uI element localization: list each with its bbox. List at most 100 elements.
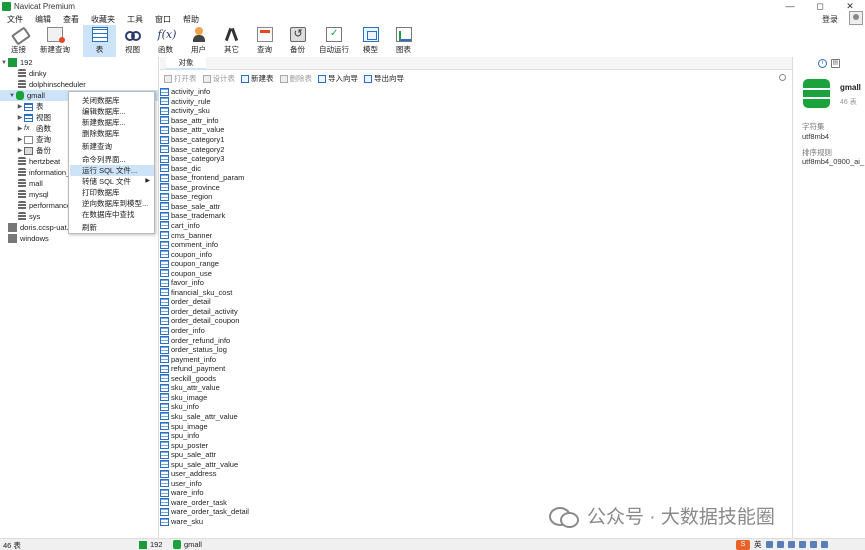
tree-connection-doris[interactable]: doris.ccsp-uat.l	[0, 222, 70, 233]
chart-button[interactable]: 图表	[387, 25, 420, 57]
tree-connection-192[interactable]: ▼ 192	[0, 57, 33, 68]
table-row[interactable]: user_address	[160, 469, 216, 479]
info-tab-icon[interactable]: i	[818, 59, 827, 68]
new-query-button[interactable]: 新建查询	[35, 25, 75, 57]
open-table-button[interactable]: 打开表	[162, 73, 199, 84]
model-button[interactable]: 模型	[354, 25, 387, 57]
chevron-right-icon[interactable]: ▶	[16, 125, 24, 132]
tree-group-tables[interactable]: ▶ 表	[16, 101, 44, 112]
ime-menu-icon[interactable]	[820, 541, 828, 548]
menu-item-find-in-database[interactable]: 在数据库中查找	[70, 209, 154, 220]
tree-group-queries[interactable]: ▶ 查询	[16, 134, 51, 145]
avatar-icon[interactable]	[849, 11, 863, 25]
tree-db-information-schema[interactable]: information_	[10, 167, 70, 178]
table-row[interactable]: payment_info	[160, 354, 216, 364]
ime-microphone-icon[interactable]	[776, 541, 784, 548]
menu-tools[interactable]: 工具	[122, 14, 148, 25]
tree-group-backups[interactable]: ▶ 备份	[16, 145, 51, 156]
table-row[interactable]: order_info	[160, 326, 205, 336]
table-row[interactable]: order_detail_activity	[160, 307, 238, 317]
maximize-button[interactable]: ◻	[805, 0, 835, 13]
ddl-tab-icon[interactable]: ▤	[831, 59, 840, 68]
search-icon[interactable]	[779, 74, 786, 81]
tree-group-views[interactable]: ▶ 视图	[16, 112, 51, 123]
table-row[interactable]: base_attr_value	[160, 125, 224, 135]
table-button[interactable]: 表	[83, 25, 116, 57]
table-row[interactable]: cart_info	[160, 221, 200, 231]
table-row[interactable]: order_refund_info	[160, 335, 230, 345]
table-row[interactable]: coupon_range	[160, 259, 219, 269]
tree-db-dolphinscheduler[interactable]: dolphinscheduler	[10, 79, 86, 90]
ime-punctuation-icon[interactable]	[765, 541, 773, 548]
menu-item-print-database[interactable]: 打印数据库	[70, 187, 154, 198]
menu-help[interactable]: 帮助	[178, 14, 204, 25]
tree-db-hertzbeat[interactable]: hertzbeat	[10, 156, 60, 167]
login-link[interactable]: 登录	[817, 14, 843, 25]
table-row[interactable]: base_trademark	[160, 211, 225, 221]
user-button[interactable]: 用户	[182, 25, 215, 57]
view-button[interactable]: 视图	[116, 25, 149, 57]
chevron-right-icon[interactable]: ▶	[16, 136, 24, 143]
table-row[interactable]: activity_rule	[160, 97, 211, 107]
tree-db-sys[interactable]: sys	[10, 211, 40, 222]
export-wizard-button[interactable]: 导出向导	[362, 73, 406, 84]
menu-item-run-sql-file[interactable]: 运行 SQL 文件...	[70, 165, 154, 176]
menu-item-new-query[interactable]: 新建查询	[70, 141, 154, 152]
menu-item-edit-database[interactable]: 编辑数据库...	[70, 106, 154, 117]
table-row[interactable]: sku_sale_attr_value	[160, 412, 238, 422]
import-wizard-button[interactable]: 导入向导	[316, 73, 360, 84]
table-row[interactable]: spu_image	[160, 421, 208, 431]
table-row[interactable]: base_dic	[160, 163, 201, 173]
tab-objects[interactable]: 对象	[166, 57, 206, 70]
chevron-right-icon[interactable]: ▶	[16, 103, 24, 110]
table-row[interactable]: ware_order_task_detail	[160, 507, 249, 517]
table-row[interactable]: activity_sku	[160, 106, 210, 116]
table-row[interactable]: cms_banner	[160, 230, 212, 240]
connection-button[interactable]: 连接	[2, 25, 35, 57]
backup-button[interactable]: 备份	[281, 25, 314, 57]
ime-language[interactable]: 英	[754, 539, 762, 550]
chevron-right-icon[interactable]: ▶	[16, 147, 24, 154]
table-row[interactable]: comment_info	[160, 240, 218, 250]
table-row[interactable]: activity_info	[160, 87, 210, 97]
table-row[interactable]: spu_info	[160, 431, 199, 441]
table-row[interactable]: financial_sku_cost	[160, 288, 232, 298]
automation-button[interactable]: 自动运行	[314, 25, 354, 57]
table-row[interactable]: sku_image	[160, 393, 207, 403]
tree-db-mysql[interactable]: mysql	[10, 189, 49, 200]
menu-item-close-database[interactable]: 关闭数据库	[70, 95, 154, 106]
chevron-down-icon[interactable]: ▼	[0, 60, 8, 66]
menu-item-refresh[interactable]: 刷新	[70, 222, 154, 233]
tree-group-functions[interactable]: ▶ fx 函数	[16, 123, 51, 134]
ime-tools-icon[interactable]	[809, 541, 817, 548]
other-button[interactable]: 其它	[215, 25, 248, 57]
table-row[interactable]: sku_attr_value	[160, 383, 220, 393]
tree-db-dinky[interactable]: dinky	[10, 68, 47, 79]
table-row[interactable]: seckill_goods	[160, 374, 216, 384]
query-button[interactable]: 查询	[248, 25, 281, 57]
menu-item-delete-database[interactable]: 删除数据库	[70, 128, 154, 139]
ime-keyboard-icon[interactable]	[787, 541, 795, 548]
tree-db-performance-schema[interactable]: performance	[10, 200, 71, 211]
table-row[interactable]: base_region	[160, 192, 212, 202]
table-row[interactable]: ware_sku	[160, 517, 203, 527]
menu-view[interactable]: 查看	[58, 14, 84, 25]
menu-edit[interactable]: 编辑	[30, 14, 56, 25]
function-button[interactable]: f(x) 函数	[149, 25, 182, 57]
tree-db-mall[interactable]: mall	[10, 178, 43, 189]
table-row[interactable]: spu_poster	[160, 440, 208, 450]
ime-skin-icon[interactable]	[798, 541, 806, 548]
table-row[interactable]: base_attr_info	[160, 116, 219, 126]
table-row[interactable]: base_sale_attr	[160, 202, 220, 212]
menu-favorites[interactable]: 收藏夹	[86, 14, 120, 25]
table-row[interactable]: spu_sale_attr_value	[160, 459, 238, 469]
table-row[interactable]: order_detail_coupon	[160, 316, 239, 326]
table-row[interactable]: order_status_log	[160, 345, 227, 355]
table-row[interactable]: coupon_use	[160, 268, 212, 278]
table-row[interactable]: spu_sale_attr	[160, 450, 216, 460]
delete-table-button[interactable]: 删除表	[278, 73, 315, 84]
table-row[interactable]: favor_info	[160, 278, 204, 288]
design-table-button[interactable]: 设计表	[201, 73, 238, 84]
minimize-button[interactable]: —	[775, 0, 805, 13]
table-row[interactable]: base_province	[160, 183, 220, 193]
